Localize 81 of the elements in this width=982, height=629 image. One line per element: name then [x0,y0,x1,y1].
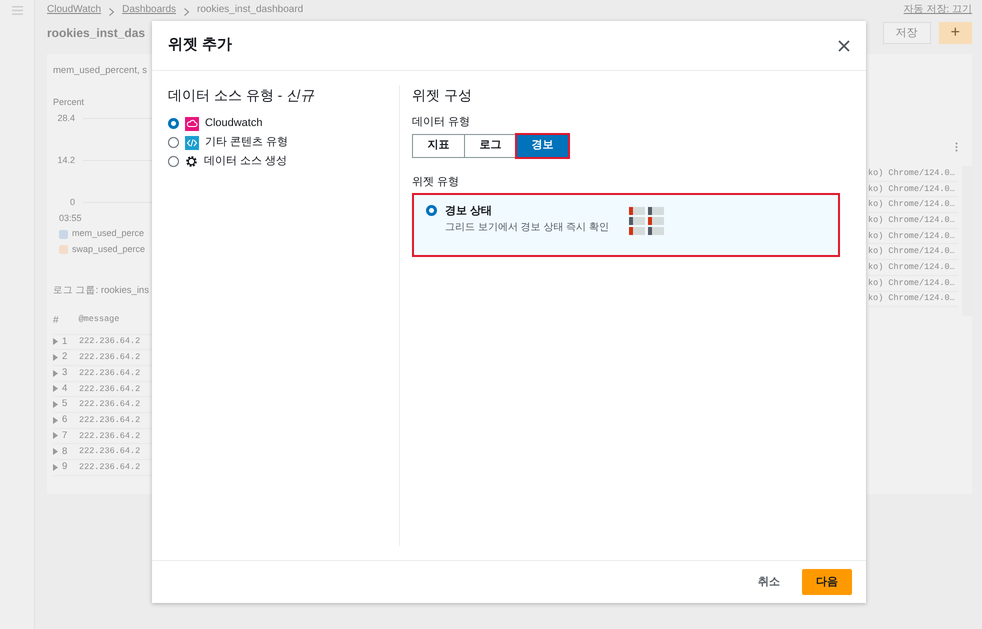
axis-tick: 14.2 [56,154,75,167]
row-index: 1 [62,334,68,349]
menu-icon[interactable] [12,6,23,15]
radio-button[interactable] [426,205,437,216]
dialog-title: 위젯 추가 [168,35,232,56]
row-index: 6 [62,413,68,428]
widget-type-card[interactable]: 경보 상태 그리드 보기에서 경보 상태 즉시 확인 [412,193,840,257]
option-title: 경보 상태 [445,204,494,219]
table-cell: 222.236.64.2 [79,398,140,411]
row-index: 8 [62,444,68,459]
table-cell: 222.236.64.2 [79,414,140,427]
autosave-toggle[interactable]: 자동 저장: 끄기 [904,3,972,20]
cloud-icon [185,116,199,130]
expand-icon[interactable] [53,354,58,362]
option-label: 기타 콘텐츠 유형 [205,135,288,150]
expand-icon[interactable] [53,432,58,440]
row-index: 5 [62,397,68,412]
axis-tick: 28.4 [56,112,75,125]
axis-tick: 0 [68,196,75,209]
row-index: 3 [62,366,68,380]
expand-icon[interactable] [53,370,58,377]
next-button[interactable]: 다음 [802,568,852,596]
segment-tab[interactable]: 경보 [516,134,569,158]
table-cell: ko) Chrome/124.0… [868,230,955,242]
breadcrumb-link[interactable]: CloudWatch [47,3,102,20]
table-cell: 222.236.64.2 [79,430,140,442]
table-cell: 222.236.64.2 [79,351,140,364]
column-header: # [53,314,59,328]
widget-title: 로그 그룹: rookies_ins [53,284,150,298]
expand-icon[interactable] [53,338,58,346]
table-cell: ko) Chrome/124.0… [868,166,955,180]
table-cell: ko) Chrome/124.0… [868,214,955,227]
table-cell: ko) Chrome/124.0… [868,182,955,196]
table-cell: ko) Chrome/124.0… [868,276,955,290]
expand-icon[interactable] [53,448,58,456]
segment-tab[interactable]: 로그 [464,134,517,158]
radio-button[interactable] [168,156,179,167]
radio-button[interactable] [168,118,179,129]
chevron-icon [109,8,114,16]
expand-icon[interactable] [53,401,58,408]
breadcrumb-link[interactable]: Dashboards [122,3,176,20]
section-heading: 위젯 구성 [412,86,473,105]
section-heading: 데이터 소스 유형 - 신규 [168,86,316,105]
table-cell: ko) Chrome/124.0… [868,292,955,306]
option-label: Cloudwatch [205,116,262,132]
field-label: 위젯 유형 [412,174,460,190]
expand-icon[interactable] [53,416,58,424]
expand-icon[interactable] [53,464,58,471]
more-icon[interactable] [955,142,958,152]
legend-label: mem_used_perce [72,227,144,240]
table-cell: 222.236.64.2 [79,382,140,396]
save-button[interactable]: 저장 [882,22,931,44]
legend-label: swap_used_perce [72,242,146,256]
table-cell: 222.236.64.2 [79,335,140,348]
field-label: 데이터 유형 [412,115,472,130]
table-cell: 222.236.64.2 [79,366,140,380]
row-index: 2 [62,350,68,364]
column-header: @message [78,312,120,326]
option-label: 데이터 소스 생성 [204,154,288,170]
chevron-icon [184,8,190,16]
code-icon [185,136,199,150]
table-cell: ko) Chrome/124.0… [868,245,955,258]
row-index: 4 [62,382,68,396]
axis-label: Percent [53,96,86,110]
settings-icon [185,155,198,168]
row-index: 9 [62,460,68,474]
add-button[interactable]: + [938,22,972,44]
axis-tick: 03:55 [58,212,83,225]
table-cell: ko) Chrome/124.0… [868,198,955,212]
table-cell: 222.236.64.2 [79,445,140,458]
option-description: 그리드 보기에서 경보 상태 즉시 확인 [445,220,609,234]
breadcrumb-current: rookies_inst_dashboard [197,3,304,17]
table-cell: 222.236.64.2 [79,460,140,474]
cancel-button[interactable]: 취소 [744,570,794,594]
expand-icon[interactable] [53,385,58,392]
row-index: 7 [62,428,68,443]
widget-title: mem_used_percent, s [53,64,148,78]
table-cell: ko) Chrome/124.0… [868,261,955,274]
segment-tab[interactable]: 지표 [412,134,465,158]
radio-button[interactable] [168,137,179,148]
dashboard-title: rookies_inst_das [47,25,146,42]
